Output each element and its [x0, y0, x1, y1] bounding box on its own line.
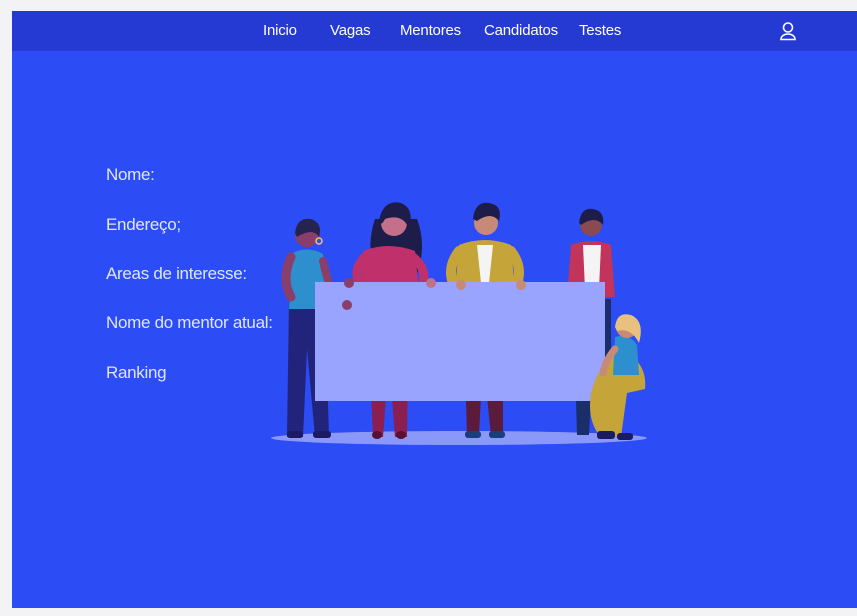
field-areas-de-interesse: Areas de interesse:	[106, 264, 247, 283]
field-nome: Nome:	[106, 165, 155, 184]
field-nome-do-mentor-atual: Nome do mentor atual:	[106, 313, 273, 332]
app-container: Inicio Vagas Mentores Candidatos Testes …	[12, 11, 857, 608]
people-holding-banner-illustration	[271, 202, 647, 445]
field-endereco: Endereço;	[106, 215, 181, 234]
nav-link-candidatos[interactable]: Candidatos	[484, 22, 558, 40]
user-icon[interactable]	[777, 20, 799, 42]
nav-link-vagas[interactable]: Vagas	[330, 22, 371, 40]
field-ranking: Ranking	[106, 363, 167, 382]
nav-link-inicio[interactable]: Inicio	[263, 22, 297, 40]
top-navbar: Inicio Vagas Mentores Candidatos Testes	[12, 11, 857, 51]
nav-link-testes[interactable]: Testes	[579, 22, 621, 40]
nav-link-mentores[interactable]: Mentores	[400, 22, 461, 40]
banner-board	[315, 282, 605, 401]
